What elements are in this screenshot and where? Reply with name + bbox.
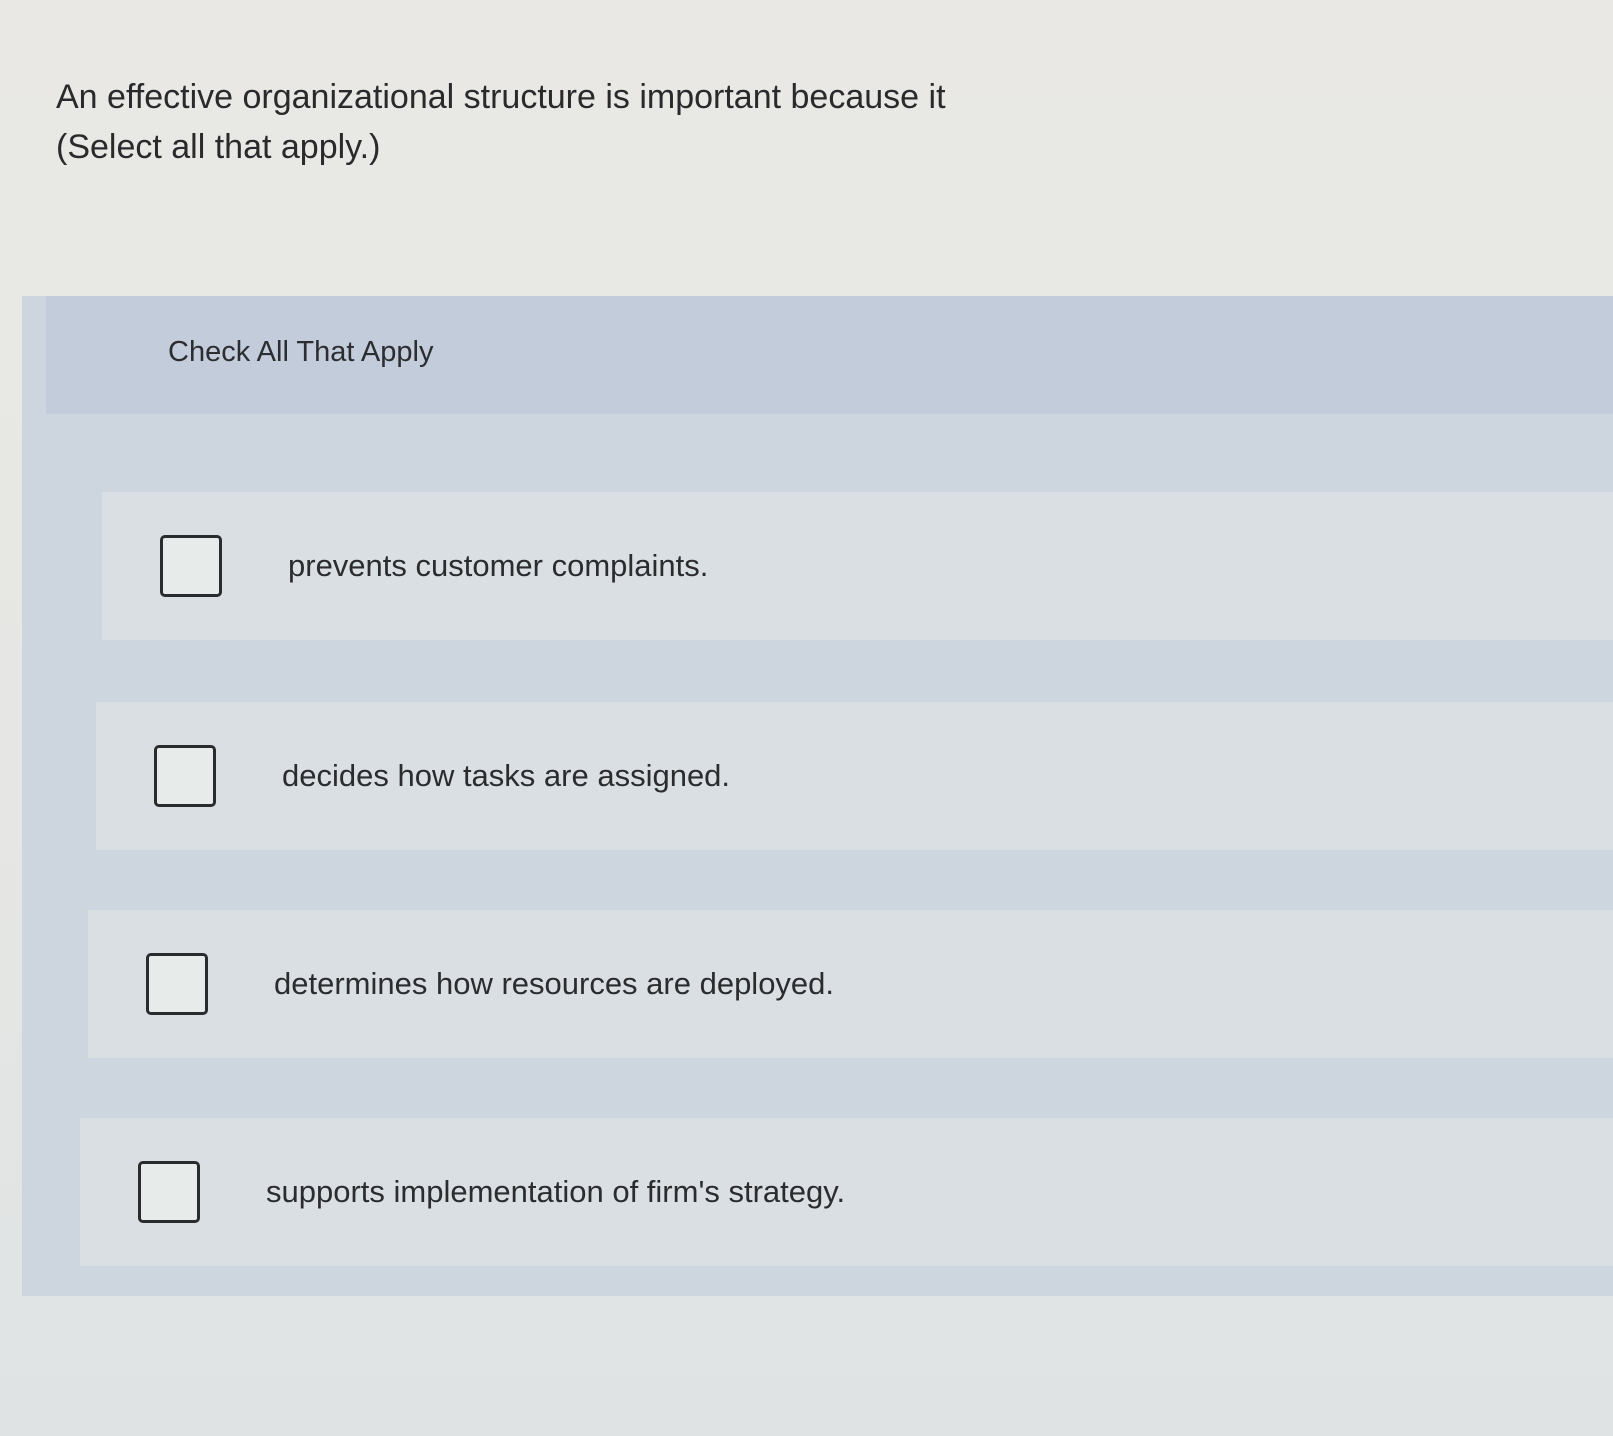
option-supports-implementation-of-strategy[interactable]: supports implementation of firm's strate… bbox=[80, 1118, 1613, 1266]
checkbox[interactable] bbox=[160, 535, 222, 597]
option-determines-how-resources-are-deployed[interactable]: determines how resources are deployed. bbox=[88, 910, 1613, 1058]
option-label: determines how resources are deployed. bbox=[274, 966, 835, 1001]
checkbox[interactable] bbox=[138, 1161, 200, 1223]
question-instruction: (Select all that apply.) bbox=[56, 128, 381, 166]
checkbox[interactable] bbox=[154, 745, 216, 807]
option-label: prevents customer complaints. bbox=[288, 548, 709, 583]
options-list: prevents customer complaints. decides ho… bbox=[22, 296, 1613, 1296]
checkbox[interactable] bbox=[146, 953, 208, 1015]
answer-panel: Check All That Apply prevents customer c… bbox=[22, 296, 1613, 1296]
option-decides-how-tasks-are-assigned[interactable]: decides how tasks are assigned. bbox=[96, 702, 1613, 850]
option-prevents-customer-complaints[interactable]: prevents customer complaints. bbox=[102, 492, 1613, 640]
option-label: decides how tasks are assigned. bbox=[282, 758, 731, 793]
question-prompt: An effective organizational structure is… bbox=[56, 72, 1056, 172]
question-text: An effective organizational structure is… bbox=[56, 78, 946, 116]
option-label: supports implementation of firm's strate… bbox=[266, 1174, 846, 1209]
